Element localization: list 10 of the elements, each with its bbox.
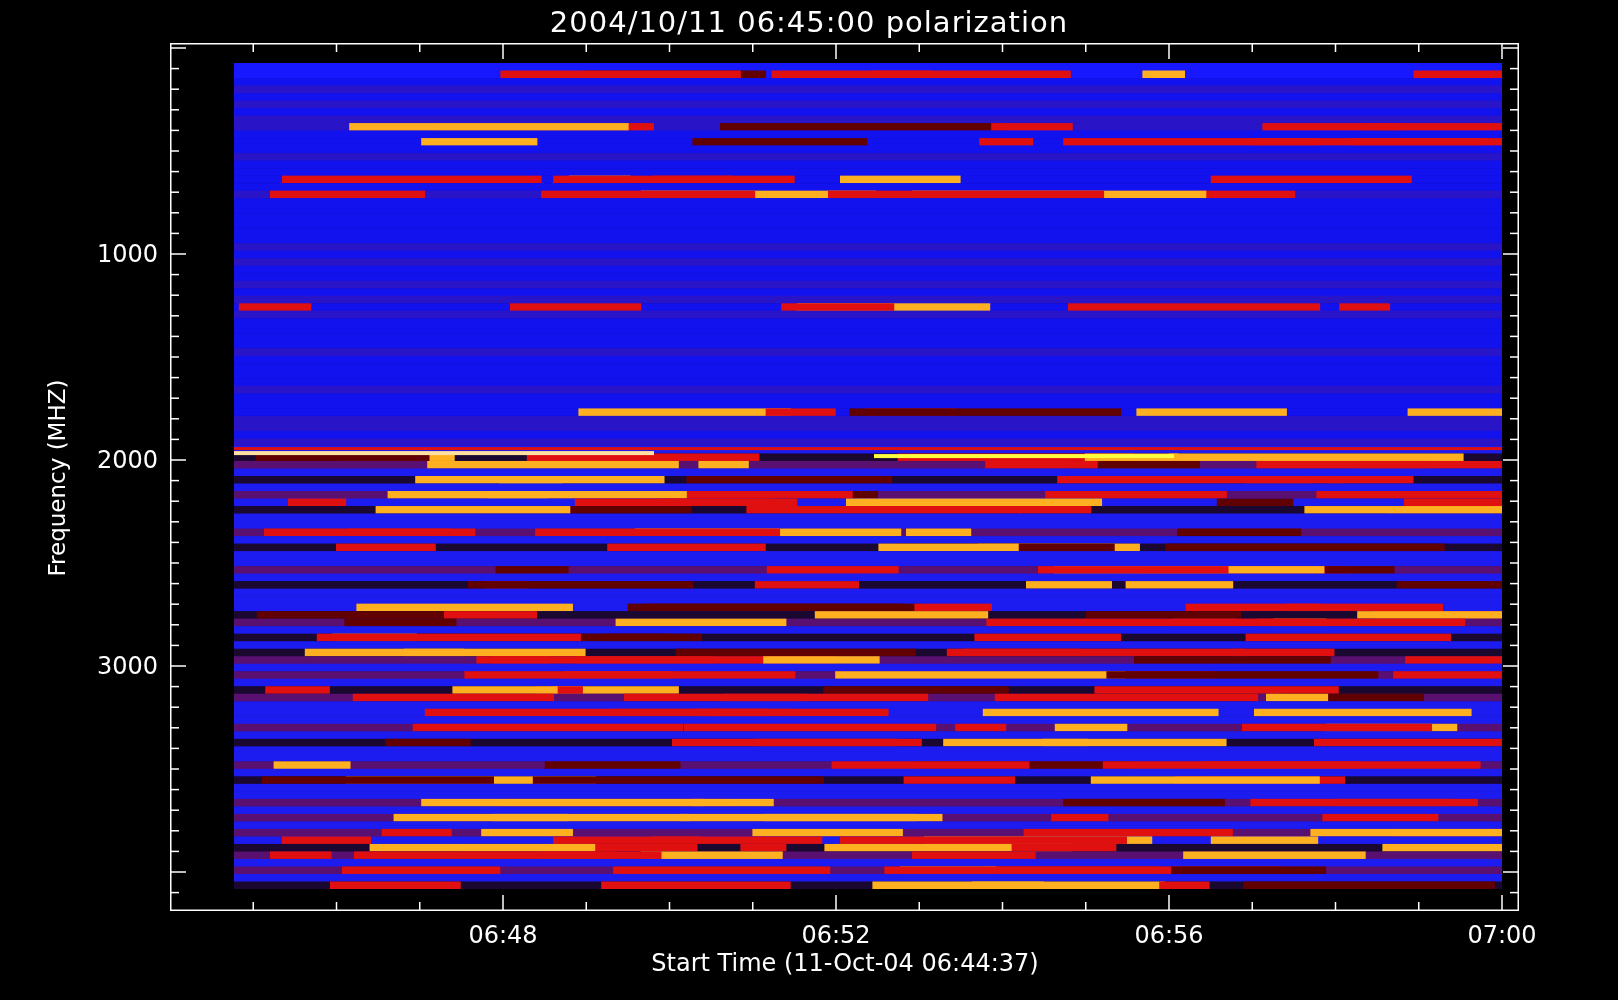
x-tick-label: 06:48 bbox=[468, 921, 538, 949]
chart-title: 2004/10/11 06:45:00 polarization bbox=[549, 4, 1069, 39]
x-tick-label: 06:56 bbox=[1134, 921, 1204, 949]
y-tick-label: 1000 bbox=[96, 240, 158, 268]
x-axis-label: Start Time (11-Oct-04 06:44:37) bbox=[651, 949, 1039, 977]
x-tick-label: 06:52 bbox=[801, 921, 871, 949]
y-axis-label: Frequency (MHZ) bbox=[44, 379, 70, 577]
y-tick-label: 3000 bbox=[96, 652, 158, 680]
y-tick-label: 2000 bbox=[96, 446, 158, 474]
x-tick-label: 07:00 bbox=[1467, 921, 1537, 949]
